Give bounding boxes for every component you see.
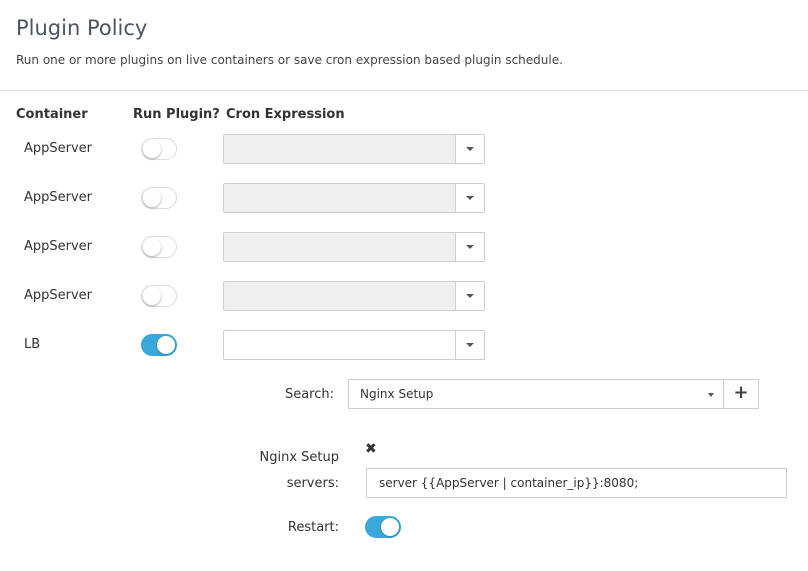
row-container-label: LB (24, 337, 41, 352)
column-header-run-plugin: Run Plugin? (133, 107, 220, 122)
run-plugin-toggle[interactable] (141, 334, 177, 356)
cron-dropdown-button[interactable] (455, 233, 484, 261)
cron-dropdown-button[interactable] (455, 282, 484, 310)
plugin-policy-panel: Plugin Policy Run one or more plugins on… (0, 0, 808, 571)
header-divider (0, 90, 808, 91)
toggle-knob (157, 336, 175, 354)
plugin-search-select[interactable]: Nginx Setup (348, 379, 723, 409)
row-container-label: AppServer (24, 141, 93, 156)
close-icon[interactable]: ✖ (365, 441, 377, 457)
toggle-knob (143, 189, 161, 207)
chevron-down-icon (466, 245, 474, 249)
chevron-down-icon (466, 343, 474, 347)
run-plugin-toggle[interactable] (141, 138, 177, 160)
servers-input[interactable] (366, 468, 787, 498)
plus-icon: + (733, 382, 749, 403)
cron-expression-select[interactable] (223, 134, 485, 164)
toggle-knob (143, 287, 161, 305)
cron-dropdown-button[interactable] (455, 184, 484, 212)
toggle-knob (143, 140, 161, 158)
chevron-down-icon (466, 294, 474, 298)
row-container-label: AppServer (24, 239, 93, 254)
page-subtitle: Run one or more plugins on live containe… (16, 53, 563, 67)
run-plugin-toggle[interactable] (141, 187, 177, 209)
column-header-container: Container (16, 107, 88, 122)
column-header-cron-expression: Cron Expression (226, 107, 345, 122)
servers-label: servers: (286, 476, 339, 491)
cron-expression-select[interactable] (223, 281, 485, 311)
chevron-down-icon (466, 147, 474, 151)
row-container-label: AppServer (24, 288, 93, 303)
search-label: Search: (284, 387, 334, 402)
toggle-knob (381, 518, 399, 536)
page-title: Plugin Policy (16, 16, 148, 40)
restart-label: Restart: (287, 520, 339, 535)
add-plugin-button[interactable]: + (723, 379, 759, 409)
run-plugin-toggle[interactable] (141, 285, 177, 307)
row-container-label: AppServer (24, 190, 93, 205)
cron-expression-select[interactable] (223, 330, 485, 360)
plugin-name-label: Nginx Setup (259, 450, 340, 465)
cron-expression-select[interactable] (223, 183, 485, 213)
run-plugin-toggle[interactable] (141, 236, 177, 258)
restart-toggle[interactable] (365, 516, 401, 538)
plugin-search-value: Nginx Setup (360, 387, 434, 401)
cron-dropdown-button[interactable] (455, 135, 484, 163)
cron-dropdown-button[interactable] (455, 331, 484, 359)
cron-expression-select[interactable] (223, 232, 485, 262)
chevron-down-icon (708, 393, 714, 397)
toggle-knob (143, 238, 161, 256)
chevron-down-icon (466, 196, 474, 200)
